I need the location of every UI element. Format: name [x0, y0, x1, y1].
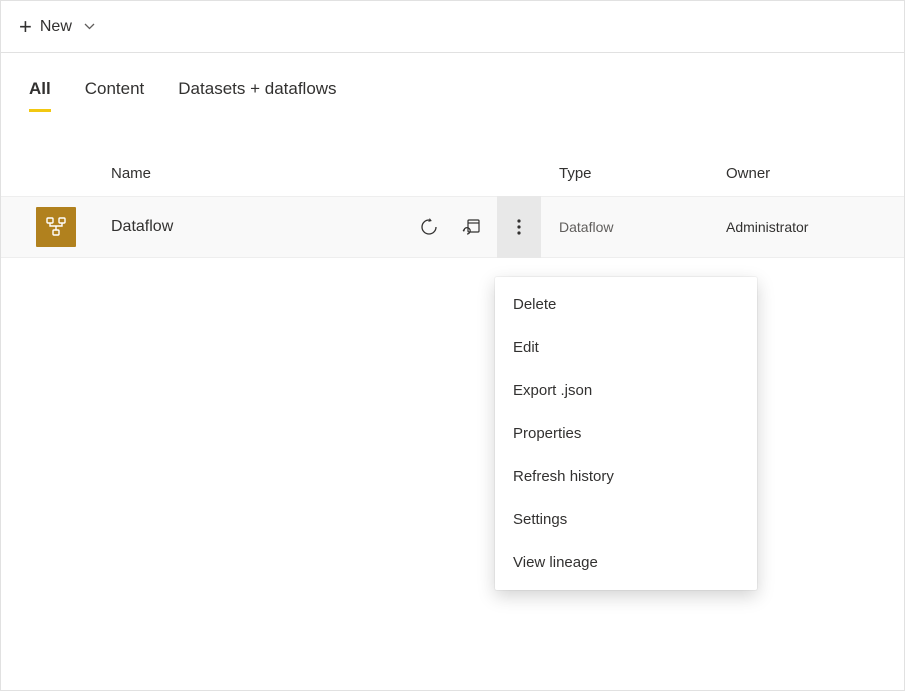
header-name: Name	[111, 165, 391, 182]
new-button-label: New	[40, 18, 72, 36]
new-button[interactable]: + New	[15, 10, 99, 44]
menu-properties[interactable]: Properties	[495, 412, 757, 455]
more-options-button[interactable]	[497, 196, 541, 258]
menu-view-lineage[interactable]: View lineage	[495, 541, 757, 584]
menu-delete[interactable]: Delete	[495, 283, 757, 326]
header-owner: Owner	[726, 165, 904, 182]
menu-export-json[interactable]: Export .json	[495, 369, 757, 412]
schedule-refresh-button[interactable]	[453, 209, 489, 245]
tab-content[interactable]: Content	[85, 79, 145, 112]
menu-refresh-history[interactable]: Refresh history	[495, 455, 757, 498]
menu-settings[interactable]: Settings	[495, 498, 757, 541]
tab-all[interactable]: All	[29, 79, 51, 112]
toolbar: + New	[1, 1, 904, 53]
table-row: Dataflow Dataflow	[1, 196, 904, 258]
menu-edit[interactable]: Edit	[495, 326, 757, 369]
dataflow-icon	[36, 207, 76, 247]
item-type: Dataflow	[541, 219, 726, 235]
header-type: Type	[541, 165, 726, 182]
item-owner: Administrator	[726, 219, 904, 235]
content-table: Name Type Owner Dataflow	[1, 151, 904, 258]
context-menu: Delete Edit Export .json Properties Refr…	[495, 277, 757, 590]
table-header: Name Type Owner	[1, 151, 904, 196]
tab-datasets-dataflows[interactable]: Datasets + dataflows	[178, 79, 336, 112]
item-name[interactable]: Dataflow	[111, 218, 173, 235]
refresh-now-button[interactable]	[411, 209, 447, 245]
tabs: All Content Datasets + dataflows	[1, 53, 904, 113]
plus-icon: +	[19, 16, 32, 38]
chevron-down-icon	[84, 23, 95, 30]
